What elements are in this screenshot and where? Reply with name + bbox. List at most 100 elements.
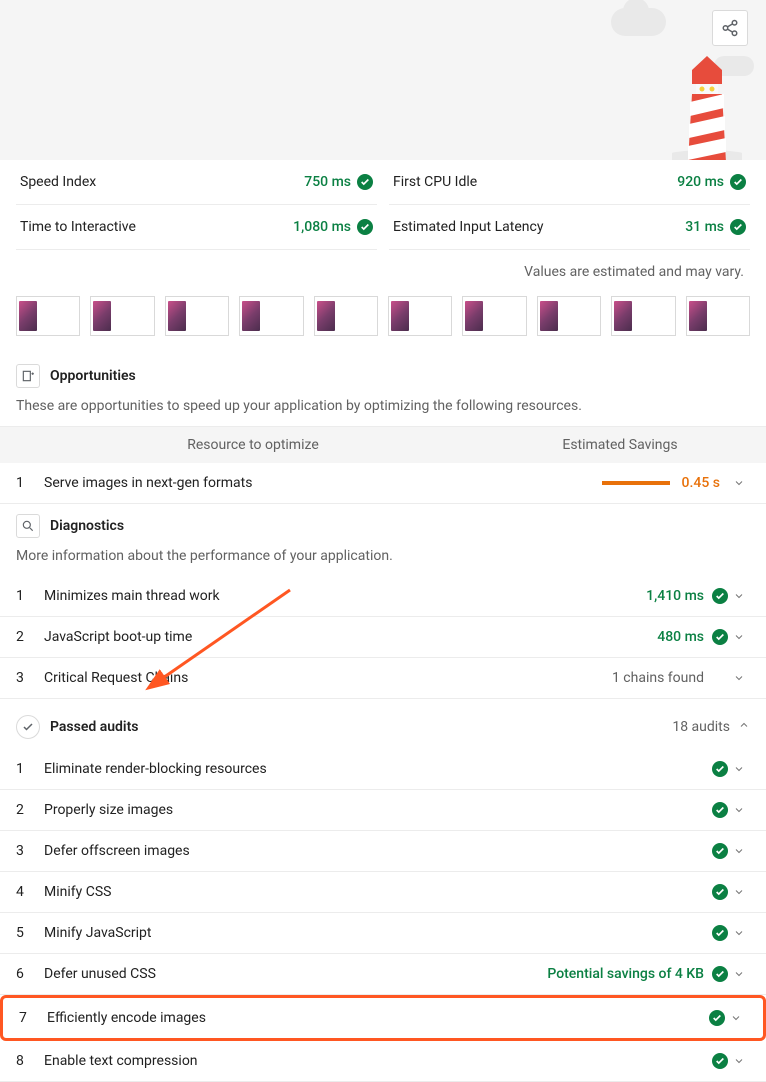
chevron-up-icon[interactable] — [738, 719, 750, 735]
row-index: 1 — [16, 475, 44, 491]
diagnostics-desc: More information about the performance o… — [0, 544, 766, 576]
opportunity-row[interactable]: 1 Serve images in next-gen formats 0.45 … — [0, 463, 766, 504]
opportunities-header: Opportunities — [0, 354, 766, 394]
row-index: 5 — [16, 925, 44, 941]
diagnostic-row[interactable]: 2 JavaScript boot-up time 480 ms — [0, 617, 766, 658]
row-label: Enable text compression — [44, 1053, 712, 1069]
metrics-grid: Speed Index 750 ms Time to Interactive 1… — [0, 160, 766, 250]
passed-audit-row[interactable]: 5Minify JavaScript — [0, 913, 766, 954]
metric-label: Speed Index — [20, 174, 96, 190]
passed-audit-row[interactable]: 1Eliminate render-blocking resources — [0, 749, 766, 790]
share-button[interactable] — [712, 10, 748, 46]
passed-audit-row[interactable]: 6Defer unused CSSPotential savings of 4 … — [0, 954, 766, 995]
pass-icon — [709, 1010, 725, 1026]
row-index: 2 — [16, 629, 44, 645]
metric-tti: Time to Interactive 1,080 ms — [16, 205, 377, 250]
col-resource: Resource to optimize — [16, 437, 490, 453]
filmstrip-thumb[interactable] — [611, 296, 675, 336]
chevron-down-icon[interactable] — [728, 804, 750, 816]
metric-input-latency: Estimated Input Latency 31 ms — [389, 205, 750, 250]
passed-audit-row[interactable]: 8Enable text compression — [0, 1041, 766, 1082]
row-index: 3 — [16, 843, 44, 859]
chevron-down-icon[interactable] — [725, 1012, 747, 1024]
chevron-down-icon[interactable] — [728, 968, 750, 980]
passed-count: 18 audits — [672, 719, 738, 735]
chevron-down-icon[interactable] — [728, 631, 750, 643]
report-header — [0, 0, 766, 160]
row-index: 1 — [16, 588, 44, 604]
row-value: 0.45 s — [682, 475, 728, 491]
row-index: 1 — [16, 761, 44, 777]
passed-audit-row[interactable]: 7Efficiently encode images — [0, 995, 766, 1041]
opportunities-icon — [16, 364, 40, 388]
row-label: Efficiently encode images — [47, 1010, 709, 1026]
filmstrip-thumb[interactable] — [314, 296, 378, 336]
share-icon — [721, 19, 739, 37]
row-label: Minify CSS — [44, 884, 712, 900]
chevron-down-icon[interactable] — [728, 763, 750, 775]
row-label: Minimizes main thread work — [44, 588, 646, 604]
chevron-down-icon[interactable] — [728, 845, 750, 857]
row-label: Eliminate render-blocking resources — [44, 761, 712, 777]
filmstrip-thumb[interactable] — [90, 296, 154, 336]
savings-bar — [602, 481, 670, 485]
pass-icon — [357, 219, 373, 235]
diagnostic-row[interactable]: 1 Minimizes main thread work 1,410 ms — [0, 576, 766, 617]
opportunities-desc: These are opportunities to speed up your… — [0, 394, 766, 426]
filmstrip-thumb[interactable] — [16, 296, 80, 336]
diagnostics-header: Diagnostics — [0, 504, 766, 544]
section-title: Passed audits — [50, 719, 672, 735]
chevron-down-icon[interactable] — [728, 590, 750, 602]
chevron-down-icon[interactable] — [728, 1055, 750, 1067]
col-savings: Estimated Savings — [490, 437, 750, 453]
metric-first-cpu-idle: First CPU Idle 920 ms — [389, 160, 750, 205]
row-value: 480 ms — [657, 629, 712, 645]
row-index: 8 — [16, 1053, 44, 1069]
check-icon — [16, 715, 40, 739]
pass-icon — [712, 629, 728, 645]
row-index: 3 — [16, 670, 44, 686]
pass-icon — [712, 588, 728, 604]
filmstrip-thumb[interactable] — [462, 296, 526, 336]
pass-icon — [357, 174, 373, 190]
lighthouse-logo — [672, 42, 742, 160]
pass-icon — [712, 1053, 728, 1069]
filmstrip-thumb[interactable] — [537, 296, 601, 336]
filmstrip-thumb[interactable] — [686, 296, 750, 336]
row-label: JavaScript boot-up time — [44, 629, 657, 645]
pass-icon — [712, 802, 728, 818]
estimated-note: Values are estimated and may vary. — [0, 250, 766, 288]
passed-audit-row[interactable]: 2Properly size images — [0, 790, 766, 831]
diagnostics-icon — [16, 514, 40, 538]
passed-audit-row[interactable]: 3Defer offscreen images — [0, 831, 766, 872]
passed-audits-header[interactable]: Passed audits 18 audits — [0, 699, 766, 749]
chevron-down-icon[interactable] — [728, 672, 750, 684]
row-index: 4 — [16, 884, 44, 900]
pass-icon — [712, 761, 728, 777]
row-index: 2 — [16, 802, 44, 818]
section-title: Diagnostics — [50, 518, 124, 534]
diagnostic-row[interactable]: 3 Critical Request Chains 1 chains found — [0, 658, 766, 699]
row-index: 6 — [16, 966, 44, 982]
metric-value: 31 ms — [685, 219, 724, 235]
row-label: Minify JavaScript — [44, 925, 712, 941]
filmstrip — [0, 288, 766, 354]
metric-label: First CPU Idle — [393, 174, 477, 190]
row-label: Critical Request Chains — [44, 670, 612, 686]
metric-value: 920 ms — [677, 174, 724, 190]
chevron-down-icon[interactable] — [728, 886, 750, 898]
metric-value: 750 ms — [304, 174, 351, 190]
metric-label: Estimated Input Latency — [393, 219, 543, 235]
filmstrip-thumb[interactable] — [388, 296, 452, 336]
chevron-down-icon[interactable] — [728, 927, 750, 939]
row-label: Serve images in next-gen formats — [44, 475, 602, 491]
filmstrip-thumb[interactable] — [239, 296, 303, 336]
chevron-down-icon[interactable] — [728, 477, 750, 489]
passed-audit-row[interactable]: 4Minify CSS — [0, 872, 766, 913]
metric-label: Time to Interactive — [20, 219, 136, 235]
row-label: Defer offscreen images — [44, 843, 712, 859]
filmstrip-thumb[interactable] — [165, 296, 229, 336]
row-index: 7 — [19, 1010, 47, 1026]
opportunities-columns: Resource to optimize Estimated Savings — [0, 426, 766, 463]
pass-icon — [712, 884, 728, 900]
